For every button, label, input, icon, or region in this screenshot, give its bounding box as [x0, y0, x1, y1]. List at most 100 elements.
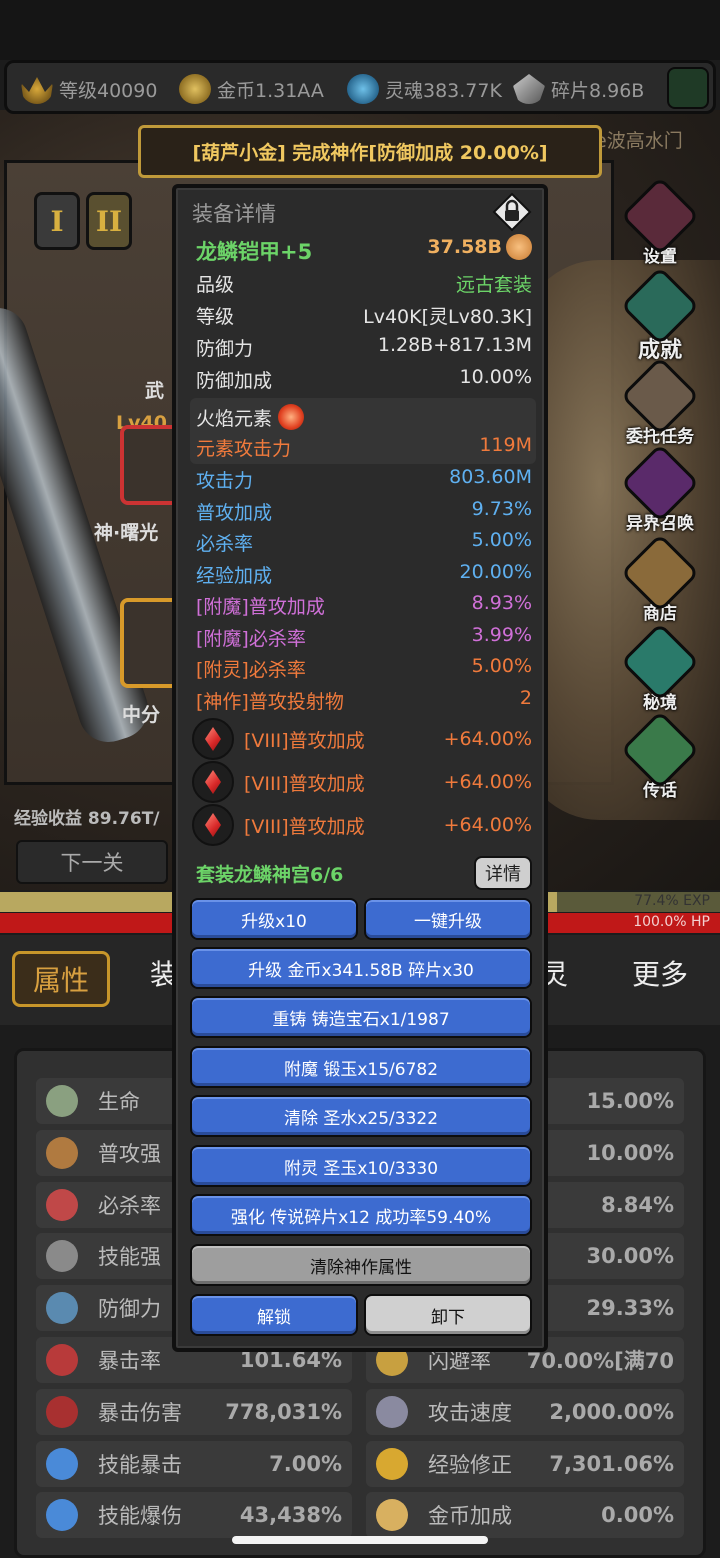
set-detail-button[interactable]: 详情 [474, 856, 532, 890]
attribute-value: 8.84% [601, 1192, 674, 1217]
attribute-value: 778,031% [225, 1399, 342, 1424]
side-menu-achievements[interactable]: 成就 [620, 266, 700, 364]
attribute-name: 经验修正 [428, 1452, 512, 1477]
fire-icon [278, 404, 305, 430]
clear-artifact-button[interactable]: 清除神作属性 [190, 1244, 532, 1286]
attribute-row: 暴击伤害 778,031% [36, 1388, 352, 1435]
ruby-gem-icon [192, 804, 234, 846]
set-name: 套装龙鳞神宫6/6 [196, 864, 344, 886]
side-menu-message[interactable]: 传话 [620, 710, 700, 801]
stat-row: 普攻加成 9.73% [196, 498, 532, 524]
attribute-icon [46, 1395, 78, 1428]
tier-2-button[interactable]: II [86, 192, 132, 250]
resource-level: 等级40090 [21, 75, 157, 104]
resource-shard: 碎片8.96B [513, 74, 644, 104]
gem-row: [VIII]普攻加成 +64.00% [192, 804, 532, 846]
attribute-value: 29.33% [586, 1296, 674, 1321]
stat-row: 攻击力 803.60M [196, 466, 532, 492]
side-menu-realm[interactable]: 秘境 [620, 622, 700, 713]
tab-attributes[interactable]: 属性 [12, 951, 110, 1007]
attribute-name: 暴击率 [98, 1349, 161, 1373]
equipment-detail-dialog: 装备详情 龙鳞铠甲+5 37.58B 品级 远古套装 等级 Lv40K[灵Lv8… [172, 184, 548, 1352]
clear-button[interactable]: 清除 圣水x25/3322 [190, 1095, 532, 1137]
upgrade-button[interactable]: 升级 金币x341.58B 碎片x30 [190, 947, 532, 989]
reforge-button[interactable]: 重铸 铸造宝石x1/1987 [190, 996, 532, 1038]
stat-row: [附魔]普攻加成 8.93% [196, 592, 532, 618]
attribute-name: 技能强 [98, 1245, 161, 1270]
item-header: 龙鳞铠甲+5 37.58B [196, 234, 532, 266]
attribute-row: 攻击速度 2,000.00% [366, 1388, 684, 1435]
attribute-icon [46, 1292, 78, 1325]
item-name: 龙鳞铠甲+5 [196, 240, 313, 264]
gem-row: [VIII]普攻加成 +64.00% [192, 761, 532, 803]
attribute-icon [376, 1499, 408, 1532]
attribute-value: 10.00% [586, 1140, 674, 1165]
side-menu-summon[interactable]: 异界召唤 [620, 443, 700, 534]
attribute-name: 暴击伤害 [98, 1400, 182, 1425]
tier-1-button[interactable]: I [34, 192, 80, 250]
side-menu-settings[interactable]: 设置 [620, 176, 700, 267]
attribute-name: 金币加成 [428, 1504, 512, 1529]
side-menu-tasks[interactable]: 委托任务 [620, 356, 700, 447]
attribute-row: 技能爆伤 43,438% [36, 1492, 352, 1539]
stat-row: 必杀率 5.00% [196, 529, 532, 555]
hp-text: 100.0% HP [633, 914, 710, 930]
enchant-button[interactable]: 附魔 锻玉x15/6782 [190, 1046, 532, 1088]
attribute-value: 15.00% [586, 1089, 674, 1113]
attribute-icon [46, 1136, 78, 1169]
status-bar-area [0, 0, 720, 60]
exp-text: 77.4% EXP [634, 893, 710, 909]
attribute-icon [46, 1499, 78, 1532]
unlock-button[interactable]: 解锁 [190, 1294, 358, 1336]
stat-row: 品级 远古套装 [196, 274, 532, 296]
attribute-value: 7,301.06% [549, 1451, 674, 1476]
attribute-icon [46, 1344, 78, 1376]
attribute-value: 7.00% [269, 1451, 342, 1476]
attribute-icon [376, 1395, 408, 1428]
weapon-name: 神·曙光 [94, 522, 159, 544]
notification-banner: [葫芦小金] 完成神作[防御加成 20.00%] [138, 125, 602, 178]
spirit-button[interactable]: 附灵 圣玉x10/3330 [190, 1145, 532, 1187]
weapon-slot-label: 武 [145, 380, 165, 402]
leaf-menu-button[interactable] [667, 67, 709, 109]
attribute-value: 0.00% [601, 1503, 674, 1528]
attribute-name: 生命 [98, 1090, 140, 1114]
attribute-value: 70.00%[满70 [526, 1349, 674, 1373]
attribute-icon [46, 1085, 78, 1117]
attribute-icon [376, 1447, 408, 1480]
resource-soul: 灵魂383.77K [347, 74, 502, 104]
next-level-button[interactable]: 下一关 [16, 840, 168, 884]
element-name-row: 火焰元素 [196, 404, 532, 434]
strength-icon [506, 234, 532, 260]
dialog-title: 装备详情 [192, 202, 276, 226]
tab-more[interactable]: 更多 [632, 953, 688, 993]
attribute-name: 技能暴击 [98, 1452, 182, 1477]
stat-row: [神作]普攻投射物 2 [196, 687, 532, 713]
home-indicator[interactable] [232, 1536, 488, 1544]
attribute-row: 技能暴击 7.00% [36, 1440, 352, 1487]
shard-icon [513, 74, 545, 104]
stat-row: 经验加成 20.00% [196, 561, 532, 587]
lock-icon[interactable] [492, 192, 532, 232]
attribute-value: 2,000.00% [549, 1399, 674, 1424]
upgrade-x10-button[interactable]: 升级x10 [190, 898, 358, 940]
attribute-icon [46, 1188, 78, 1221]
attribute-row: 经验修正 7,301.06% [366, 1440, 684, 1487]
attribute-name: 攻击速度 [428, 1400, 512, 1425]
one-click-upgrade-button[interactable]: 一键升级 [364, 898, 532, 940]
stat-row: [附灵]必杀率 5.00% [196, 655, 532, 681]
set-bonus-row: 套装龙鳞神宫6/6 详情 [196, 856, 532, 890]
strengthen-button[interactable]: 强化 传说碎片x12 成功率59.40% [190, 1194, 532, 1236]
attribute-name: 必杀率 [98, 1193, 161, 1218]
attribute-row: 金币加成 0.00% [366, 1492, 684, 1539]
unequip-button[interactable]: 卸下 [364, 1294, 532, 1336]
exp-income: 经验收益 89.76T/ [14, 809, 160, 829]
attribute-value: 30.00% [586, 1244, 674, 1269]
ruby-gem-icon [192, 761, 234, 803]
attribute-icon [46, 1240, 78, 1273]
element-name: 火焰元素 [196, 408, 273, 430]
side-menu-shop[interactable]: 商店 [620, 533, 700, 624]
equipment-slot-name: 中分 [122, 704, 161, 726]
crown-icon [21, 77, 53, 104]
item-power: 37.58B [427, 236, 502, 258]
